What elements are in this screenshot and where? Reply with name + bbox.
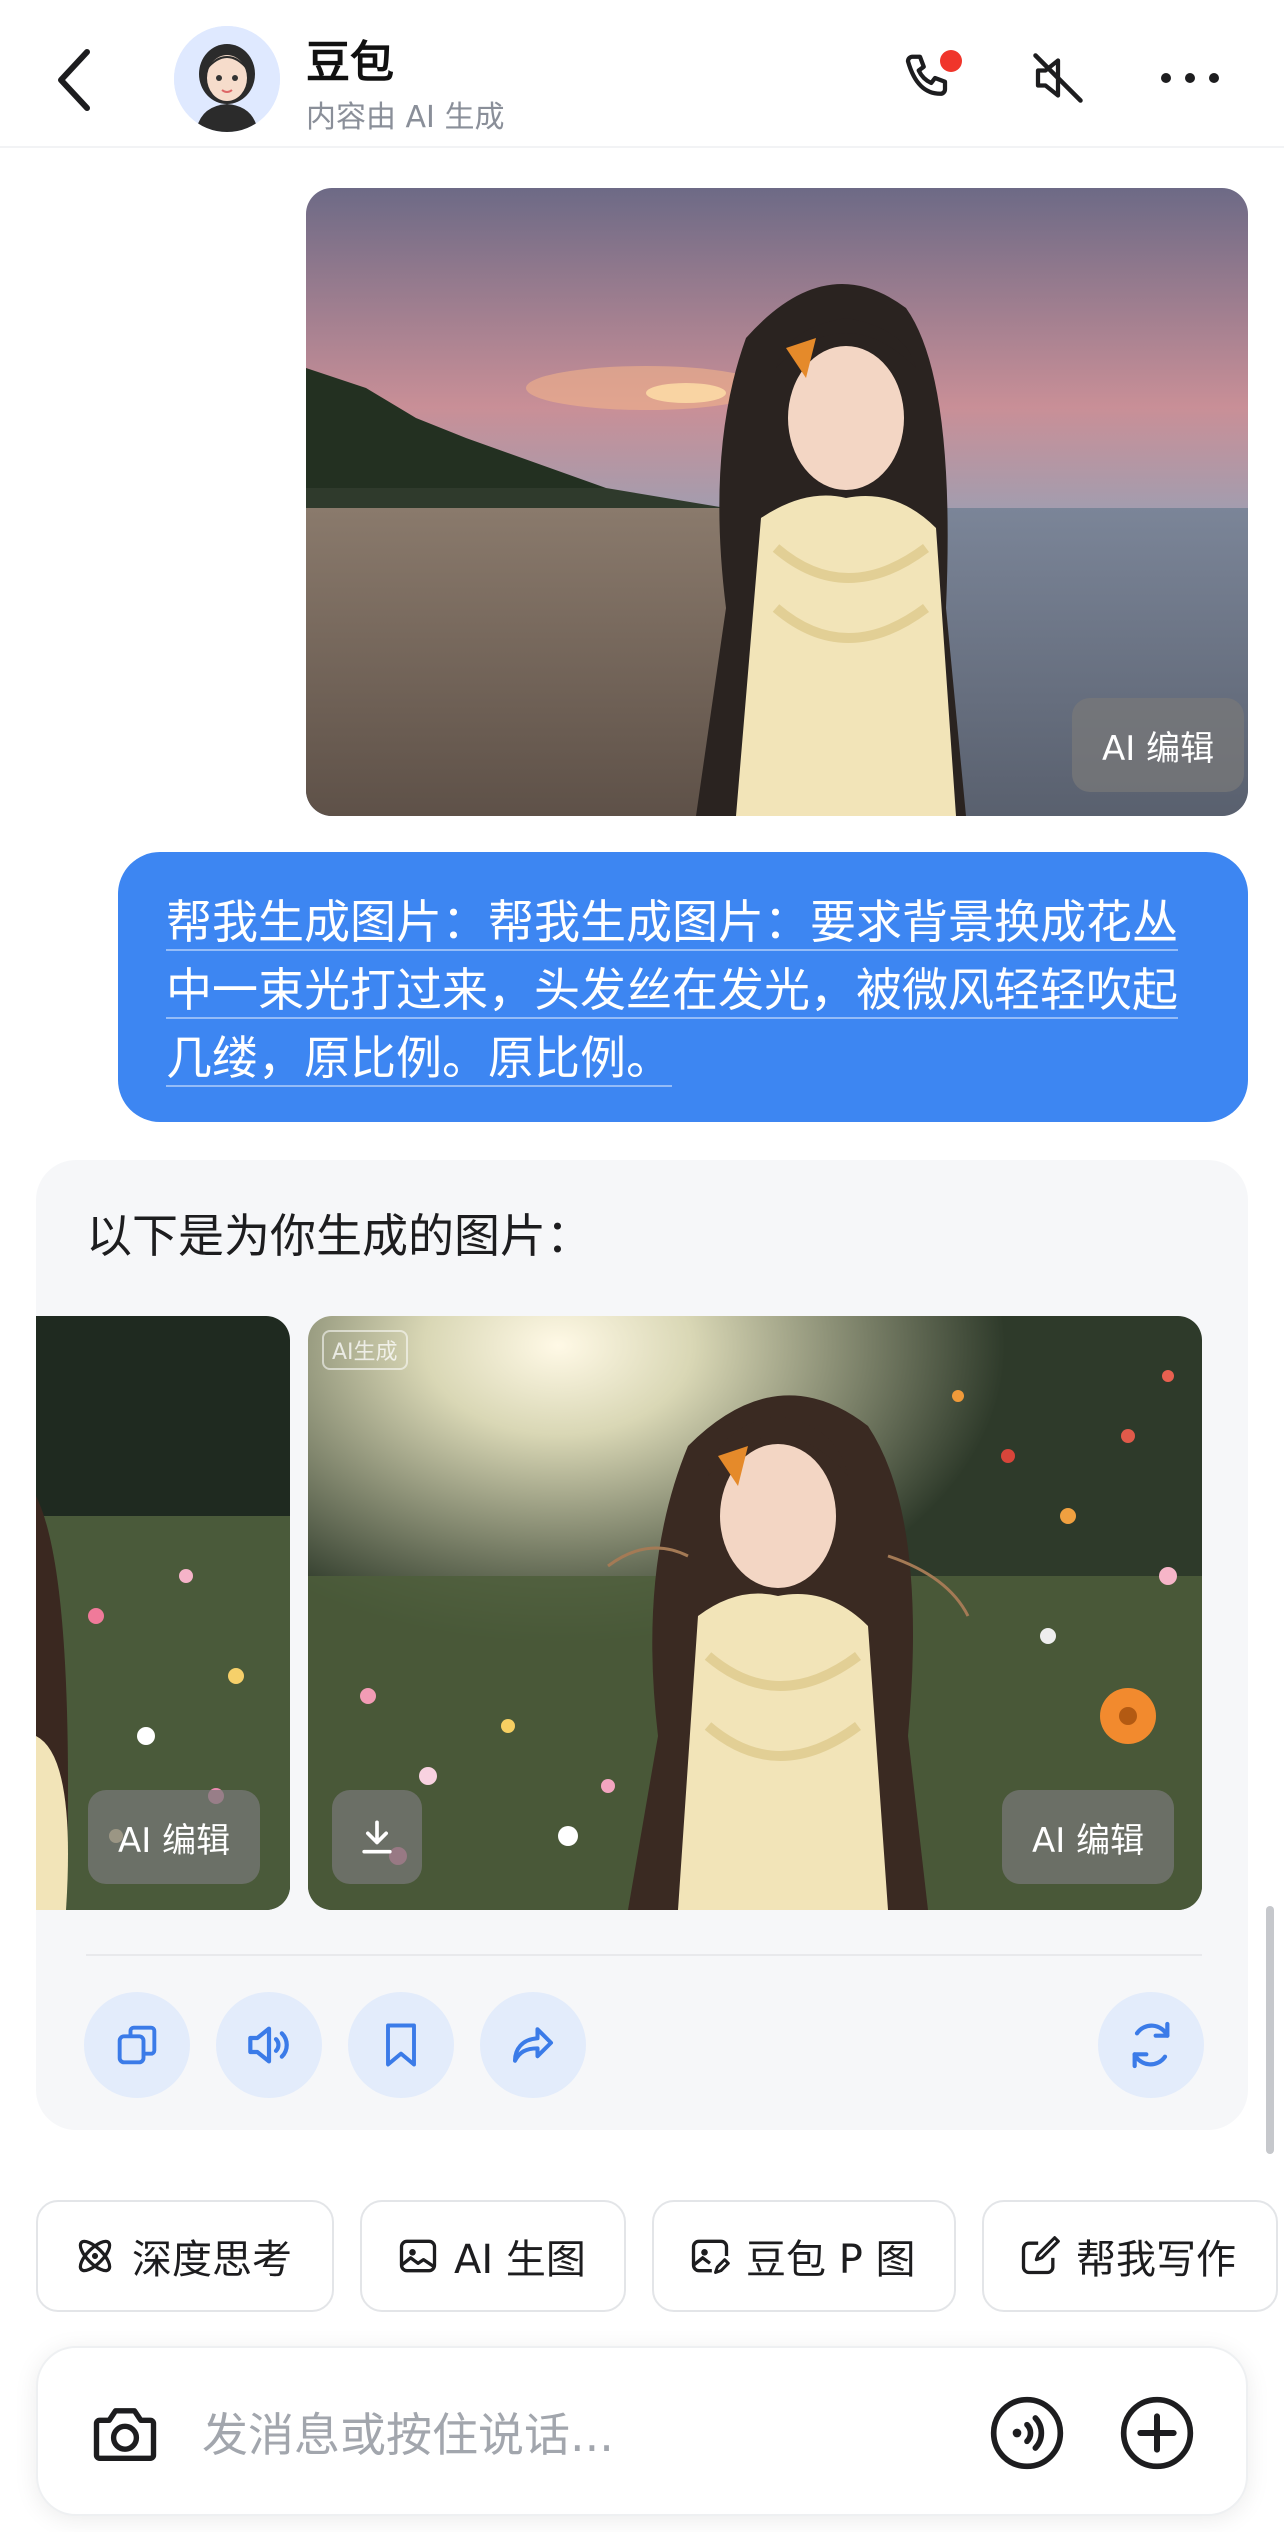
sent-message-text: 帮我生成图片：帮我生成图片：要求背景换成花丛中一束光打过来，头发丝在发光，被微风… <box>166 895 1178 1087</box>
quick-action-deep-think[interactable]: 深度思考 <box>36 2200 334 2312</box>
ai-generated-watermark: AI生成 <box>322 1330 408 1370</box>
quick-action-label: AI 生图 <box>454 2237 586 2283</box>
copy-icon <box>117 2025 157 2065</box>
read-aloud-button[interactable] <box>216 1992 322 2098</box>
regenerate-button[interactable] <box>1098 1992 1204 2098</box>
more-icon <box>1161 73 1219 83</box>
quick-action-label: 豆包 P 图 <box>746 2237 916 2283</box>
scrollbar[interactable] <box>1266 1906 1274 2154</box>
quick-action-label: 深度思考 <box>132 2237 292 2283</box>
call-button[interactable] <box>890 38 970 118</box>
back-icon <box>58 49 90 111</box>
generated-image-1[interactable]: AI 编辑 <box>36 1316 290 1910</box>
image-icon <box>399 2239 437 2273</box>
speaker-off-icon <box>1033 53 1083 103</box>
bookmark-button[interactable] <box>348 1992 454 2098</box>
bot-subtitle: 内容由 AI 生成 <box>306 100 505 135</box>
bot-name: 豆包 <box>306 37 394 88</box>
notification-dot <box>940 50 962 72</box>
share-icon <box>512 2027 554 2063</box>
atom-icon <box>78 2239 112 2273</box>
bookmark-icon <box>386 2023 416 2067</box>
message-input-bar <box>36 2346 1248 2516</box>
quick-action-writing[interactable]: 帮我写作 <box>982 2200 1278 2312</box>
image-edit-icon <box>691 2239 730 2274</box>
voice-button[interactable] <box>984 2390 1070 2476</box>
download-button[interactable] <box>332 1790 422 1884</box>
sent-message-bubble[interactable]: 帮我生成图片：帮我生成图片：要求背景换成花丛中一束光打过来，头发丝在发光，被微风… <box>118 852 1248 1122</box>
quick-action-label: 帮我写作 <box>1076 2237 1236 2283</box>
copy-button[interactable] <box>84 1992 190 2098</box>
chat-header: 豆包 内容由 AI 生成 <box>0 0 1284 148</box>
mute-button[interactable] <box>1018 38 1098 118</box>
voice-wave-icon <box>990 2396 1064 2470</box>
bot-response-card: 以下是为你生成的图片： AI 编辑 AI生成 AI 编辑 <box>36 1160 1248 2130</box>
response-text: 以下是为你生成的图片： <box>86 1209 592 1263</box>
camera-button[interactable] <box>82 2390 168 2476</box>
ai-edit-button[interactable]: AI 编辑 <box>1072 698 1245 792</box>
ai-edit-button[interactable]: AI 编辑 <box>88 1790 261 1884</box>
regenerate-icon <box>1132 2021 1170 2069</box>
message-input[interactable] <box>202 2400 982 2470</box>
avatar[interactable] <box>174 26 280 132</box>
more-button[interactable] <box>1150 38 1230 118</box>
divider <box>86 1954 1202 1956</box>
pen-square-icon <box>1021 2236 1060 2275</box>
speaker-icon <box>248 2026 289 2064</box>
add-button[interactable] <box>1114 2390 1200 2476</box>
quick-action-ai-image[interactable]: AI 生图 <box>360 2200 626 2312</box>
generated-image-2[interactable]: AI生成 AI 编辑 <box>308 1316 1202 1910</box>
back-button[interactable] <box>40 40 110 120</box>
download-icon <box>362 1820 392 1854</box>
plus-circle-icon <box>1120 2396 1194 2470</box>
camera-icon <box>93 2408 157 2462</box>
sent-image[interactable]: AI 编辑 <box>306 188 1248 816</box>
ai-edit-button[interactable]: AI 编辑 <box>1002 1790 1175 1884</box>
share-button[interactable] <box>480 1992 586 2098</box>
quick-action-p-image[interactable]: 豆包 P 图 <box>652 2200 956 2312</box>
